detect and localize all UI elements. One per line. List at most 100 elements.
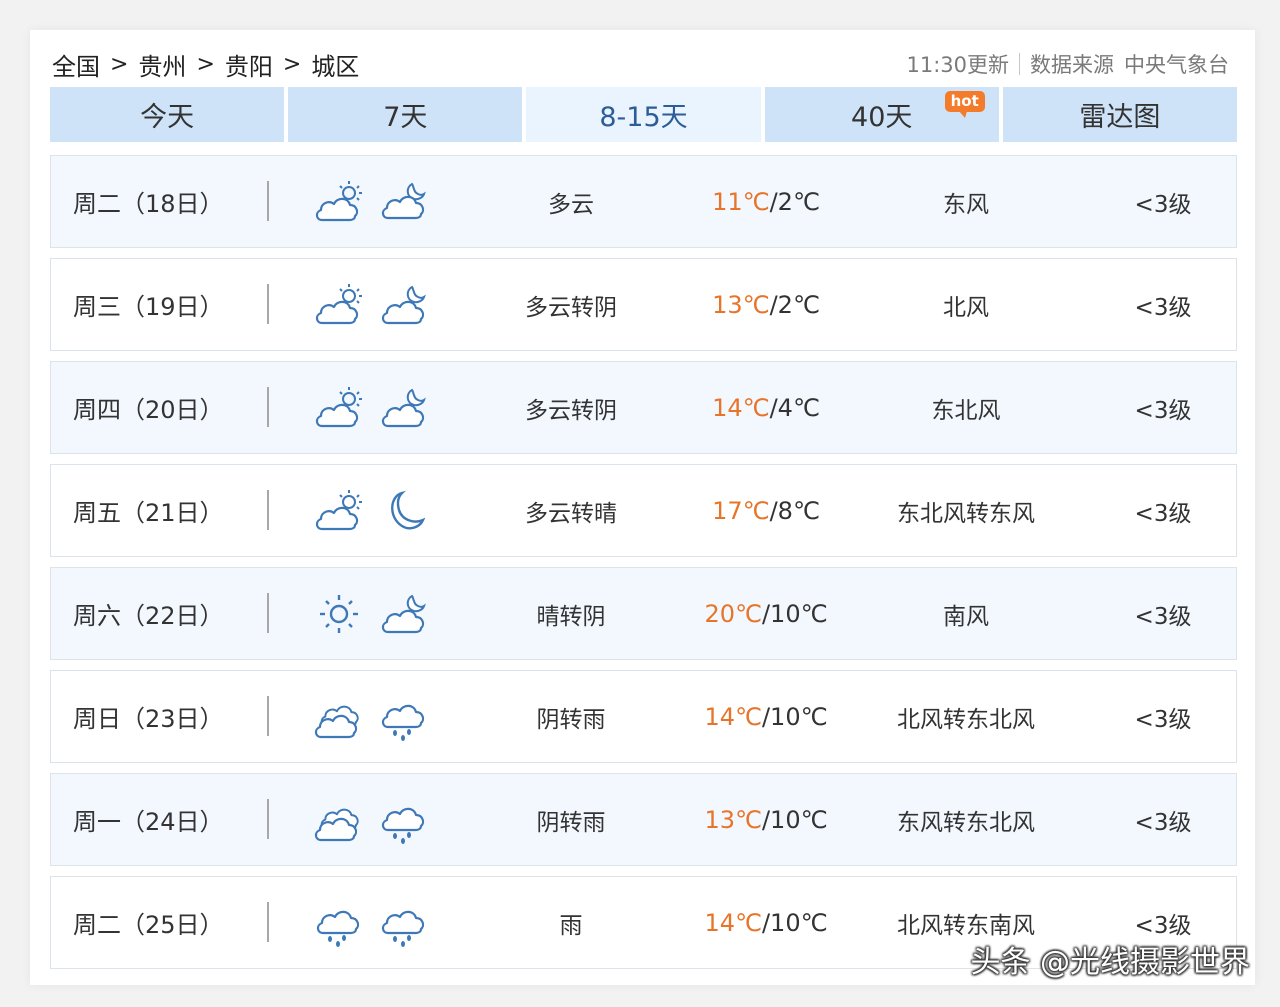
high-temp: 14℃	[704, 908, 762, 937]
divider	[1019, 53, 1020, 75]
divider	[267, 696, 269, 736]
forecast-tabs: 今天 7天 8-15天 40天 hot 雷达图	[50, 87, 1238, 142]
temperature: 13℃/10℃	[704, 805, 828, 834]
wind-level: <3级	[1134, 809, 1192, 836]
breadcrumb-separator: >	[282, 51, 302, 77]
weather-icons	[313, 281, 430, 329]
breadcrumb-city[interactable]: 贵阳	[225, 47, 273, 82]
forecast-row: 周日（23日） 阴转雨 14℃/10℃ 北风转东北风 <3级	[50, 670, 1237, 763]
condition-text: 雨	[559, 912, 583, 939]
hot-badge: hot	[944, 91, 985, 118]
partly-cloudy-day-icon	[313, 487, 365, 535]
day-date: 周四（20日）	[73, 396, 224, 424]
temperature: 11℃/2℃	[712, 187, 820, 216]
temperature: 13℃/2℃	[712, 290, 820, 319]
weather-icons	[313, 899, 430, 947]
temperature: 14℃/10℃	[704, 908, 828, 937]
forecast-card: 全国 > 贵州 > 贵阳 > 城区 11:30更新 数据来源 中央气象台 今天 …	[30, 30, 1255, 985]
divider	[267, 593, 269, 633]
breadcrumb-separator: >	[110, 51, 129, 77]
high-temp: 14℃	[704, 702, 762, 731]
rain-icon	[378, 796, 430, 844]
forecast-row: 周一（24日） 阴转雨 13℃/10℃ 东风转东北风 <3级	[50, 773, 1237, 866]
breadcrumb-province[interactable]: 贵州	[138, 47, 186, 82]
partly-cloudy-day-icon	[313, 384, 365, 432]
weather-icons	[313, 590, 430, 638]
low-temp: 2℃	[777, 290, 820, 319]
condition-text: 多云转阴	[525, 294, 617, 321]
weather-icons	[313, 796, 430, 844]
day-date: 周五（21日）	[73, 499, 224, 527]
tab-label: 7天	[383, 102, 428, 133]
tab-label: 40天	[851, 102, 913, 133]
wind-direction: 南风	[943, 603, 989, 630]
low-temp: 10℃	[770, 908, 828, 937]
sun-icon	[313, 590, 365, 638]
high-temp: 13℃	[704, 805, 762, 834]
divider	[267, 902, 269, 942]
overcast-icon	[313, 693, 365, 741]
tab-radar[interactable]: 雷达图	[1002, 87, 1238, 142]
tab-8-15-days[interactable]: 8-15天	[526, 87, 761, 142]
day-date: 周一（24日）	[73, 808, 224, 836]
rain-icon	[313, 899, 365, 947]
temperature: 20℃/10℃	[704, 599, 828, 628]
low-temp: 8℃	[777, 496, 820, 525]
wind-direction: 北风转东北风	[897, 706, 1035, 733]
weather-icons	[313, 384, 430, 432]
wind-direction: 东北风转东风	[897, 500, 1035, 527]
day-date: 周日（23日）	[73, 705, 224, 733]
condition-text: 阴转雨	[536, 706, 606, 733]
wind-level: <3级	[1134, 500, 1192, 527]
breadcrumb-national[interactable]: 全国	[52, 47, 100, 82]
cloudy-night-icon	[378, 178, 430, 226]
source-name: 中央气象台	[1124, 53, 1229, 77]
low-temp: 10℃	[770, 805, 828, 834]
tab-label: 8-15天	[599, 102, 688, 133]
low-temp: 10℃	[770, 599, 828, 628]
forecast-row: 周六（22日） 晴转阴 20℃/10℃ 南风 <3级	[50, 567, 1237, 660]
day-date: 周二（25日）	[73, 911, 224, 939]
update-time: 11:30更新	[906, 53, 1009, 77]
tab-40-days[interactable]: 40天 hot	[764, 87, 999, 142]
forecast-row: 周二（18日） 多云 11℃/2℃ 东风 <3级	[50, 155, 1237, 248]
moon-icon	[378, 487, 430, 535]
forecast-row: 周五（21日） 多云转晴 17℃/8℃ 东北风转东风 <3级	[50, 464, 1237, 557]
wind-level: <3级	[1134, 397, 1192, 424]
moon-cloud-icon	[378, 590, 430, 638]
day-date: 周六（22日）	[73, 602, 224, 630]
condition-text: 阴转雨	[536, 809, 606, 836]
wind-direction: 北风	[943, 294, 989, 321]
low-temp: 10℃	[770, 702, 828, 731]
wind-level: <3级	[1134, 191, 1192, 218]
high-temp: 13℃	[712, 290, 770, 319]
tab-7-days[interactable]: 7天	[288, 87, 523, 142]
forecast-row: 周三（19日） 多云转阴 13℃/2℃ 北风 <3级	[50, 258, 1237, 351]
condition-text: 晴转阴	[536, 603, 606, 630]
divider	[267, 181, 269, 221]
divider	[267, 799, 269, 839]
day-date: 周二（18日）	[73, 190, 224, 218]
moon-cloud-icon	[378, 384, 430, 432]
rain-icon	[378, 899, 430, 947]
low-temp: 2℃	[777, 187, 820, 216]
watermark: 头条 @光线摄影世界	[970, 945, 1250, 980]
source-label: 数据来源	[1030, 53, 1114, 77]
divider	[267, 284, 269, 324]
high-temp: 17℃	[712, 496, 770, 525]
weather-icons	[313, 178, 430, 226]
divider	[267, 387, 269, 427]
high-temp: 11℃	[712, 187, 770, 216]
weather-icons	[313, 693, 430, 741]
condition-text: 多云转阴	[525, 397, 617, 424]
partly-cloudy-day-icon	[313, 281, 365, 329]
moon-cloud-icon	[378, 281, 430, 329]
tab-label: 今天	[140, 102, 195, 133]
tab-today[interactable]: 今天	[50, 87, 285, 142]
weather-icons	[313, 487, 430, 535]
temperature: 14℃/10℃	[704, 702, 828, 731]
top-bar: 全国 > 贵州 > 贵阳 > 城区 11:30更新 数据来源 中央气象台	[52, 44, 1229, 84]
rain-icon	[378, 693, 430, 741]
wind-direction: 东风转东北风	[897, 809, 1035, 836]
breadcrumb-separator: >	[196, 51, 215, 77]
